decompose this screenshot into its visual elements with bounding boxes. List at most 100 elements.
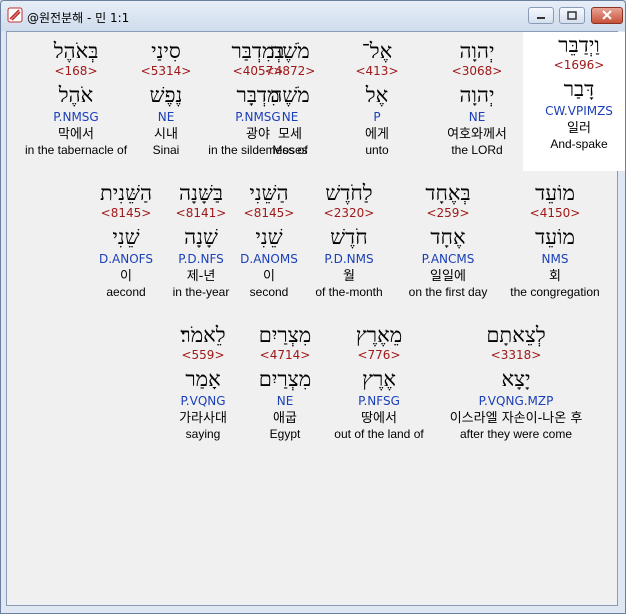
word-block[interactable]: לַחֹדֶשׁ <2320> חֹדֶשׁ P.D.NMS 월 of the-… bbox=[303, 180, 395, 300]
korean-gloss: 제-년 bbox=[186, 269, 216, 284]
lemma-word: שֵׁנִי bbox=[255, 225, 283, 249]
korean-gloss: 가라사대 bbox=[179, 411, 227, 426]
english-gloss: unto bbox=[365, 143, 389, 157]
korean-gloss: 애굽 bbox=[273, 411, 297, 426]
lemma-word: שֵׁנִי bbox=[112, 225, 140, 249]
english-gloss: saying bbox=[185, 427, 221, 441]
hebrew-word: אֶל־ bbox=[361, 39, 393, 63]
strong-number: <1696> bbox=[553, 58, 605, 72]
strong-number: <4057> bbox=[232, 64, 284, 78]
korean-gloss: 이 bbox=[263, 269, 275, 284]
strong-number: <2320> bbox=[323, 206, 375, 220]
hebrew-word: יְהוָה bbox=[459, 39, 495, 63]
minimize-button[interactable] bbox=[528, 7, 554, 24]
lemma-word: נֶפֶשׁ bbox=[149, 83, 183, 107]
korean-gloss: 월 bbox=[343, 269, 355, 284]
parse-code: P.D.NMS bbox=[324, 252, 374, 266]
english-gloss: in the-year bbox=[172, 285, 230, 299]
interlinear-view: וַיְדַבֵּר <1696> דָּבַר CW.VPIMZS 일러 An… bbox=[6, 31, 625, 606]
korean-gloss: 시내 bbox=[154, 127, 178, 142]
strong-number: <8145> bbox=[243, 206, 295, 220]
strong-number: <3068> bbox=[451, 64, 503, 78]
lemma-word: מִצְרַיִם bbox=[258, 367, 312, 391]
word-block[interactable]: הַשֵּׁנִית <8145> שֵׁנִי D.ANOFS 이 aecon… bbox=[93, 180, 159, 300]
parse-code: CW.VPIMZS bbox=[545, 104, 613, 118]
lemma-word: חֹדֶשׁ bbox=[330, 225, 368, 249]
lemma-word: אֶרֶץ bbox=[362, 367, 396, 391]
word-block[interactable]: יְהוָה <3068> יְהוָה NE 여호와께서 the LORd bbox=[421, 38, 533, 158]
korean-gloss: 일일에 bbox=[430, 269, 466, 284]
maximize-icon bbox=[567, 11, 577, 20]
maximize-button[interactable] bbox=[559, 7, 585, 24]
korean-gloss: 땅에서 bbox=[361, 411, 397, 426]
hebrew-word: לֵאמֹר׃ bbox=[180, 323, 226, 347]
parse-code: NMS bbox=[541, 252, 569, 266]
korean-gloss: 이스라엘 자손이-나온 후 bbox=[449, 411, 583, 426]
strong-number: <168> bbox=[54, 64, 98, 78]
english-gloss: the LORd bbox=[451, 143, 503, 157]
hebrew-word: מִצְרַיִם bbox=[258, 323, 312, 347]
parse-code: NE bbox=[157, 110, 175, 124]
close-button[interactable] bbox=[591, 7, 623, 24]
strong-number: <413> bbox=[355, 64, 399, 78]
english-gloss: in the tabernacle of bbox=[24, 143, 128, 157]
korean-gloss: 광야 bbox=[246, 127, 270, 142]
parse-code: P.VQNG.MZP bbox=[478, 394, 554, 408]
hebrew-word: לְצֵאתָם bbox=[486, 323, 546, 347]
english-gloss: second bbox=[249, 285, 289, 299]
parse-code: D.ANOFS bbox=[99, 252, 153, 266]
parse-code: NE bbox=[468, 110, 486, 124]
english-gloss: aecond bbox=[106, 285, 146, 299]
word-block[interactable]: בְּמִדְבַּר <4057> מִדְבָּר P.NMSG 광야 in… bbox=[199, 38, 317, 158]
hebrew-word: וַיְדַבֵּר bbox=[558, 33, 600, 57]
word-block[interactable]: לֵאמֹר׃ <559> אָמַר P.VQNG 가라사대 saying bbox=[165, 322, 241, 442]
word-block[interactable]: מִצְרַיִם <4714> מִצְרַיִם NE 애굽 Egypt bbox=[245, 322, 325, 442]
title-bar[interactable]: @원전분해 - 민 1:1 bbox=[1, 1, 625, 31]
hebrew-word: בְּמִדְבַּר bbox=[231, 39, 285, 63]
lemma-word: אֶל bbox=[365, 83, 389, 107]
word-block[interactable]: בְּאֶחָד <259> אֶחָד P.ANCMS 일일에 on the … bbox=[393, 180, 503, 300]
word-block[interactable]: הַשֵּׁנִי <8145> שֵׁנִי D.ANOMS 이 second bbox=[233, 180, 305, 300]
strong-number: <8145> bbox=[100, 206, 152, 220]
lemma-word: דָּבַר bbox=[563, 77, 595, 101]
word-block[interactable]: וַיְדַבֵּר <1696> דָּבַר CW.VPIMZS 일러 An… bbox=[523, 32, 625, 171]
word-block[interactable]: מוֹעֵד <4150> מוֹעֵד NMS 회 the congregat… bbox=[495, 180, 615, 300]
english-gloss: Egypt bbox=[269, 427, 301, 441]
lemma-word: אֶחָד bbox=[430, 225, 466, 249]
minimize-icon bbox=[537, 17, 545, 19]
lemma-word: אֹהֶל bbox=[58, 83, 94, 107]
strong-number: <5314> bbox=[140, 64, 192, 78]
parse-code: P.NFSG bbox=[358, 394, 400, 408]
parse-code: P bbox=[373, 110, 381, 124]
word-block[interactable]: בְּאֹהֶל <168> אֹהֶל P.NMSG 막에서 in the t… bbox=[17, 38, 135, 158]
hebrew-word: סִינַי bbox=[151, 39, 181, 63]
english-gloss: in the sildemess of bbox=[208, 143, 308, 157]
word-block[interactable]: בַּשָּׁנָה <8141> שָׁנָה P.D.NFS 제-년 in … bbox=[165, 180, 237, 300]
lemma-word: מוֹעֵד bbox=[535, 225, 575, 249]
word-block[interactable]: אֶל־ <413> אֶל P 에게 unto bbox=[350, 38, 404, 158]
strong-number: <4714> bbox=[259, 348, 311, 362]
parse-code: P.VQNG bbox=[180, 394, 226, 408]
window-title: @원전분해 - 민 1:1 bbox=[27, 11, 130, 25]
hebrew-word: הַשֵּׁנִי bbox=[249, 181, 289, 205]
word-block[interactable]: סִינַי <5314> נֶפֶשׁ NE 시내 Sinai bbox=[133, 38, 199, 158]
parse-code: P.NMSG bbox=[53, 110, 99, 124]
strong-number: <3318> bbox=[490, 348, 542, 362]
word-block[interactable]: מֵאֶרֶץ <776> אֶרֶץ P.NFSG 땅에서 out of th… bbox=[325, 322, 433, 442]
parse-code: P.D.NFS bbox=[178, 252, 224, 266]
hebrew-word: הַשֵּׁנִית bbox=[99, 181, 153, 205]
korean-gloss: 에게 bbox=[365, 127, 389, 142]
korean-gloss: 여호와께서 bbox=[447, 127, 507, 142]
word-block[interactable]: לְצֵאתָם <3318> יָצָא P.VQNG.MZP 이스라엘 자손… bbox=[435, 322, 597, 442]
korean-gloss: 회 bbox=[549, 269, 561, 284]
app-window: @원전분해 - 민 1:1 וַיְדַבֵּר <1696> דָּבַר C… bbox=[0, 0, 626, 614]
hebrew-word: לַחֹדֶשׁ bbox=[325, 181, 373, 205]
parse-code: P.NMSG bbox=[235, 110, 281, 124]
korean-gloss: 일러 bbox=[567, 121, 591, 136]
app-icon bbox=[7, 7, 23, 23]
strong-number: <4150> bbox=[529, 206, 581, 220]
strong-number: <8141> bbox=[175, 206, 227, 220]
hebrew-word: מוֹעֵד bbox=[535, 181, 575, 205]
parse-code: D.ANOMS bbox=[240, 252, 298, 266]
korean-gloss: 막에서 bbox=[58, 127, 94, 142]
